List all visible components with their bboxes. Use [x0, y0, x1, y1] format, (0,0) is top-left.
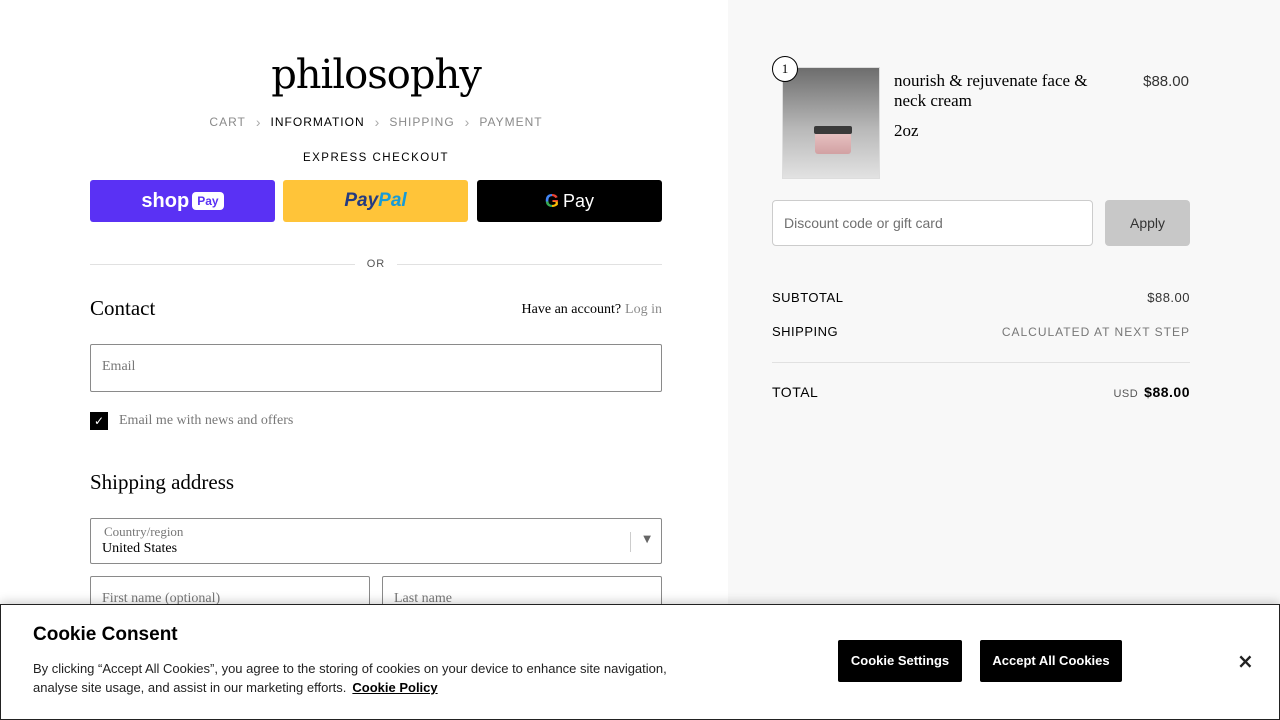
breadcrumb-cart[interactable]: CART: [209, 115, 245, 129]
close-icon[interactable]: ×: [1237, 649, 1254, 673]
email-field[interactable]: Email: [90, 344, 662, 392]
product-thumbnail: [782, 67, 880, 179]
cookie-consent-banner: Cookie Consent By clicking “Accept All C…: [0, 604, 1280, 720]
accept-all-cookies-button[interactable]: Accept All Cookies: [980, 640, 1122, 682]
newsletter-checkbox[interactable]: ✓: [90, 412, 108, 430]
google-pay-button[interactable]: G Pay: [477, 180, 662, 222]
cookie-body: By clicking “Accept All Cookies”, you ag…: [33, 661, 667, 695]
contact-title: Contact: [90, 296, 156, 320]
google-g-icon: G: [544, 190, 559, 211]
product-price: $88.00: [1143, 73, 1189, 90]
apply-discount-button[interactable]: Apply: [1105, 200, 1190, 246]
quantity-badge: 1: [772, 56, 798, 82]
cookie-title: Cookie Consent: [33, 624, 178, 645]
product-jar-image: [814, 126, 852, 154]
cookie-policy-link[interactable]: Cookie Policy: [352, 680, 437, 695]
chevron-right-icon: ›: [255, 114, 261, 130]
express-checkout-title: EXPRESS CHECKOUT: [302, 152, 450, 164]
or-divider: OR: [90, 256, 662, 272]
divider-line: [90, 263, 355, 265]
breadcrumb-information: INFORMATION: [270, 115, 365, 129]
breadcrumb: CART › INFORMATION › SHIPPING › PAYMENT: [0, 114, 752, 130]
newsletter-label: Email me with news and offers: [119, 413, 294, 428]
total-row: TOTAL USD $88.00: [772, 384, 1190, 400]
shipping-row: SHIPPING CALCULATED AT NEXT STEP: [772, 324, 1190, 339]
product-name: nourish & rejuvenate face & neck cream: [894, 71, 1088, 110]
breadcrumb-payment: PAYMENT: [479, 115, 543, 129]
chevron-right-icon: ›: [464, 114, 470, 130]
select-separator: [630, 532, 631, 552]
shipping-address-title: Shipping address: [90, 470, 235, 494]
paypal-button[interactable]: Pay Pal: [283, 180, 468, 222]
country-select[interactable]: Country/region United States ▼: [90, 518, 662, 564]
summary-divider: [772, 362, 1190, 363]
brand-logo[interactable]: philosophy: [0, 52, 752, 98]
divider-line: [397, 263, 662, 265]
chevron-down-icon: ▼: [643, 534, 651, 545]
chevron-right-icon: ›: [374, 114, 380, 130]
product-size: 2oz: [894, 121, 919, 140]
discount-code-input[interactable]: Discount code or gift card: [772, 200, 1093, 246]
shop-pay-button[interactable]: shop Pay: [90, 180, 275, 222]
cookie-settings-button[interactable]: Cookie Settings: [838, 640, 962, 682]
subtotal-row: SUBTOTAL $88.00: [772, 290, 1190, 305]
breadcrumb-shipping: SHIPPING: [389, 115, 455, 129]
login-link[interactable]: Log in: [625, 302, 662, 317]
account-prompt: Have an account? Log in: [521, 302, 662, 317]
